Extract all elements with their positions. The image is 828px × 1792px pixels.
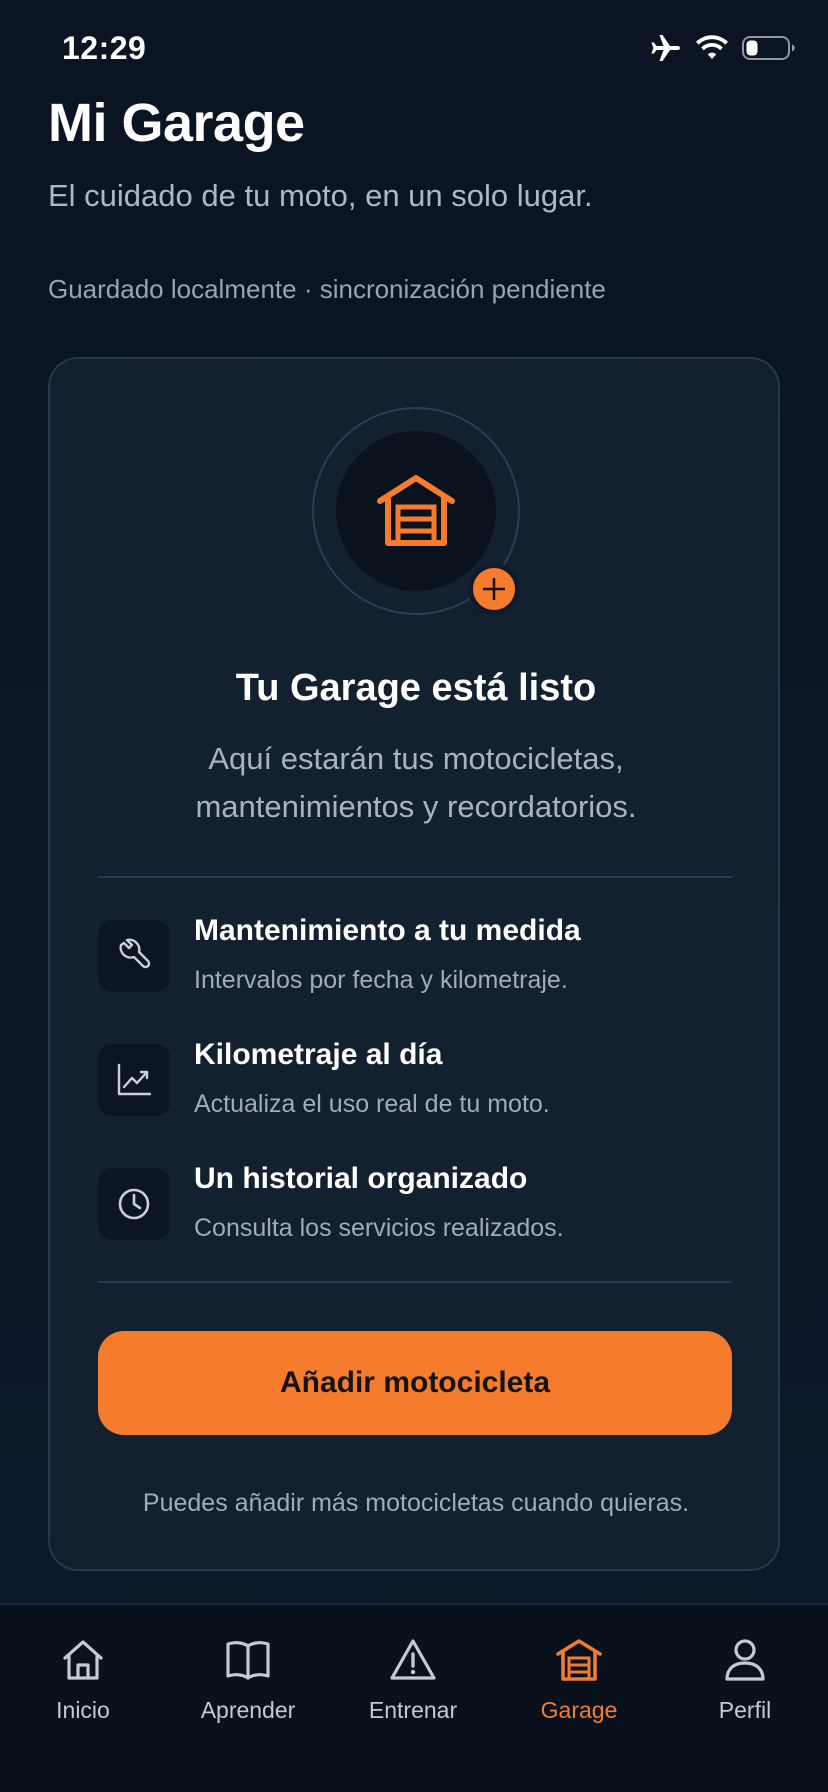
wifi-icon (696, 35, 728, 59)
tab-label: Perfil (718, 1697, 772, 1723)
book-icon (165, 1637, 331, 1689)
plus-badge-icon (468, 563, 520, 615)
tab-perfil[interactable]: Perfil (662, 1637, 828, 1737)
tab-label: Aprender (200, 1697, 296, 1723)
feature-description: Actualiza el uso real de tu moto. (194, 1090, 550, 1118)
feature-description: Intervalos por fecha y kilometraje. (194, 966, 568, 994)
feature-title: Un historial organizado (194, 1162, 528, 1195)
user-icon (662, 1637, 828, 1689)
wrench-icon (98, 920, 170, 992)
tab-label: Entrenar (368, 1697, 458, 1723)
home-icon (0, 1637, 166, 1689)
status-time: 12:29 (62, 30, 147, 66)
card-description: Aquí estarán tus motocicletas, mantenimi… (110, 735, 722, 831)
sync-status-text: Guardado localmente · sincronización pen… (48, 274, 606, 304)
garage-screen: 12:29 Mi Garage El cuidado de tu moto, e… (0, 0, 828, 1792)
empty-garage-card: Tu Garage está listo Aquí estarán tus mo… (48, 357, 780, 1571)
footer-note: Puedes añadir más motocicletas cuando qu… (142, 1489, 690, 1517)
card-description-line-1: Aquí estarán tus motocicletas, (208, 741, 624, 776)
feature-title: Kilometraje al día (194, 1038, 443, 1071)
tab-bar: Inicio Aprender Entrenar Garage Perfil (0, 1603, 828, 1792)
divider (98, 1281, 732, 1283)
card-title: Tu Garage está listo (235, 667, 597, 709)
trend-chart-icon (98, 1044, 170, 1116)
hero-illustration (312, 407, 520, 615)
airplane-icon (651, 35, 680, 61)
add-motorcycle-button[interactable]: Añadir motocicleta (98, 1331, 732, 1435)
feature-mileage: Kilometraje al día Actualiza el uso real… (98, 1038, 732, 1124)
tab-aprender[interactable]: Aprender (165, 1637, 331, 1737)
tab-garage[interactable]: Garage (496, 1637, 662, 1737)
hero-circle (336, 431, 496, 591)
tab-label: Garage (540, 1697, 618, 1723)
feature-maintenance: Mantenimiento a tu medida Intervalos por… (98, 914, 732, 1000)
card-description-line-2: mantenimientos y recordatorios. (195, 789, 637, 824)
divider (98, 876, 732, 878)
status-bar: 12:29 (0, 0, 828, 100)
warning-icon (330, 1637, 496, 1689)
tab-label: Inicio (56, 1697, 110, 1723)
page-title: Mi Garage (48, 93, 305, 153)
page-subtitle: El cuidado de tu moto, en un solo lugar. (48, 178, 593, 213)
clock-icon (98, 1168, 170, 1240)
feature-history: Un historial organizado Consulta los ser… (98, 1162, 732, 1248)
tab-entrenar[interactable]: Entrenar (330, 1637, 496, 1737)
battery-icon (742, 36, 795, 60)
feature-description: Consulta los servicios realizados. (194, 1214, 564, 1242)
status-icons (650, 34, 796, 62)
tab-inicio[interactable]: Inicio (0, 1637, 166, 1737)
garage-icon (377, 475, 455, 546)
garage-icon (496, 1637, 662, 1689)
feature-title: Mantenimiento a tu medida (194, 914, 581, 947)
